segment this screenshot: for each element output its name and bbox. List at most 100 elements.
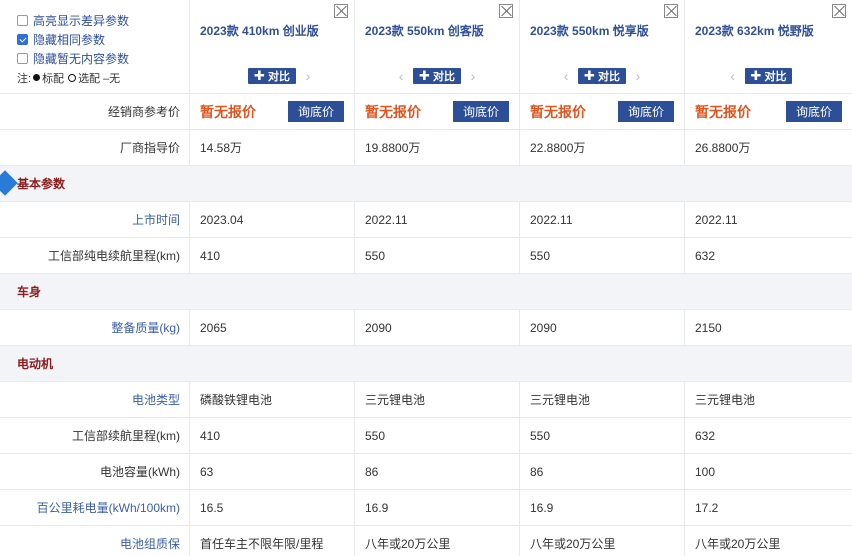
close-icon[interactable] bbox=[832, 4, 846, 18]
row-launch: 上市时间 2023.04 2022.11 2022.11 2022.11 bbox=[0, 202, 852, 238]
no-price-text: 暂无报价 bbox=[530, 103, 586, 120]
header-row: 高亮显示差异参数 隐藏相同参数 隐藏暂无内容参数 注: 标配 选配 –无 202… bbox=[0, 0, 852, 94]
row-consumption: 百公里耗电量(kWh/100km) 16.5 16.9 16.9 17.2 bbox=[0, 490, 852, 526]
options-panel: 高亮显示差异参数 隐藏相同参数 隐藏暂无内容参数 注: 标配 选配 –无 bbox=[0, 0, 190, 93]
chevron-left-icon[interactable]: ‹ bbox=[721, 68, 745, 84]
table-cell: 首任车主不限年限/里程 bbox=[190, 526, 355, 556]
table-cell: 16.9 bbox=[355, 490, 520, 525]
table-cell: 2090 bbox=[520, 310, 685, 345]
table-cell: 22.8800万 bbox=[520, 130, 685, 165]
table-cell: 八年或20万公里 bbox=[355, 526, 520, 556]
price-cell: 暂无报价 询底价 bbox=[355, 94, 520, 129]
ask-price-button[interactable]: 询底价 bbox=[617, 101, 674, 122]
table-cell: 550 bbox=[355, 238, 520, 273]
legend: 注: 标配 选配 –无 bbox=[17, 72, 121, 85]
table-cell: 16.5 bbox=[190, 490, 355, 525]
table-cell: 26.8800万 bbox=[695, 141, 751, 155]
car-column-4: 2023款 632km 悦野版 ‹ ✚对比 › bbox=[685, 0, 852, 93]
option-highlight-diff[interactable]: 高亮显示差异参数 bbox=[17, 11, 129, 30]
chevron-right-icon[interactable]: › bbox=[461, 68, 485, 84]
car-name[interactable]: 2023款 550km 悦享版 bbox=[530, 22, 649, 39]
table-cell: 三元锂电池 bbox=[695, 393, 756, 407]
option-hide-empty[interactable]: 隐藏暂无内容参数 bbox=[17, 49, 129, 68]
table-cell: 2090 bbox=[355, 310, 520, 345]
close-icon[interactable] bbox=[334, 4, 348, 18]
close-icon[interactable] bbox=[499, 4, 513, 18]
row-weight: 整备质量(kg) 2065 2090 2090 2150 bbox=[0, 310, 852, 346]
row-label: 电池容量(kWh) bbox=[0, 454, 190, 489]
no-price-text: 暂无报价 bbox=[365, 103, 421, 120]
row-battery-type: 电池类型 磷酸铁锂电池 三元锂电池 三元锂电池 三元锂电池 bbox=[0, 382, 852, 418]
table-cell: 2023.04 bbox=[190, 202, 355, 237]
chevron-right-icon[interactable]: › bbox=[626, 68, 650, 84]
table-cell: 550 bbox=[520, 418, 685, 453]
checkbox-unchecked-icon[interactable] bbox=[17, 53, 28, 64]
filled-dot-icon bbox=[33, 74, 41, 81]
row-label-link[interactable]: 整备质量(kg) bbox=[0, 310, 190, 345]
table-cell: 550 bbox=[355, 418, 520, 453]
row-label-link[interactable]: 百公里耗电量(kWh/100km) bbox=[0, 490, 190, 525]
table-cell: 14.58万 bbox=[190, 130, 355, 165]
close-icon[interactable] bbox=[664, 4, 678, 18]
price-cell: 暂无报价 询底价 bbox=[520, 94, 685, 129]
plus-icon: ✚ bbox=[419, 68, 430, 83]
row-label: 工信部续航里程(km) bbox=[0, 418, 190, 453]
table-cell: 2022.11 bbox=[695, 212, 738, 227]
table-cell: 86 bbox=[355, 454, 520, 489]
table-cell: 63 bbox=[190, 454, 355, 489]
checkbox-checked-icon[interactable] bbox=[17, 34, 28, 45]
table-cell: 2022.11 bbox=[355, 202, 520, 237]
table-cell: 16.9 bbox=[520, 490, 685, 525]
chevron-left-icon[interactable]: ‹ bbox=[389, 68, 413, 84]
plus-icon: ✚ bbox=[584, 68, 595, 83]
section-basic: 基本参数 bbox=[0, 166, 852, 202]
table-cell: 19.8800万 bbox=[355, 130, 520, 165]
plus-icon: ✚ bbox=[254, 68, 265, 83]
car-name[interactable]: 2023款 550km 创客版 bbox=[365, 22, 484, 39]
row-label: 经销商参考价 bbox=[0, 94, 190, 129]
chevron-left-icon[interactable]: ‹ bbox=[554, 68, 578, 84]
section-motor: 电动机 bbox=[0, 346, 852, 382]
table-cell: 86 bbox=[520, 454, 685, 489]
table-cell: 2022.11 bbox=[520, 202, 685, 237]
compare-button[interactable]: ✚ 对比 bbox=[413, 68, 461, 84]
car-name[interactable]: 2023款 410km 创业版 bbox=[200, 22, 319, 39]
row-label: 工信部纯电续航里程(km) bbox=[0, 238, 190, 273]
compare-button[interactable]: ✚ 对比 bbox=[248, 68, 296, 84]
table-cell: 550 bbox=[520, 238, 685, 273]
compare-button[interactable]: ✚ 对比 bbox=[578, 68, 626, 84]
table-cell: 三元锂电池 bbox=[355, 382, 520, 417]
price-cell: 暂无报价 询底价 bbox=[190, 94, 355, 129]
row-label-link[interactable]: 上市时间 bbox=[0, 202, 190, 237]
checkbox-unchecked-icon[interactable] bbox=[17, 15, 28, 26]
no-price-text: 暂无报价 bbox=[200, 103, 256, 120]
ask-price-button[interactable]: 询底价 bbox=[785, 101, 842, 122]
row-range: 工信部纯电续航里程(km) 410 550 550 632 bbox=[0, 238, 852, 274]
compare-table: 高亮显示差异参数 隐藏相同参数 隐藏暂无内容参数 注: 标配 选配 –无 202… bbox=[0, 0, 852, 556]
row-label: 厂商指导价 bbox=[0, 130, 190, 165]
ask-price-button[interactable]: 询底价 bbox=[452, 101, 509, 122]
table-cell: 2065 bbox=[190, 310, 355, 345]
row-label-link[interactable]: 电池组质保 bbox=[0, 526, 190, 556]
table-cell: 磷酸铁锂电池 bbox=[190, 382, 355, 417]
table-cell: 632 bbox=[695, 248, 716, 263]
table-cell: 17.2 bbox=[695, 500, 719, 515]
compare-button[interactable]: ✚ 对比 bbox=[744, 68, 793, 84]
option-hide-same[interactable]: 隐藏相同参数 bbox=[17, 30, 105, 49]
car-column-1: 2023款 410km 创业版 ‹ ✚对比 › bbox=[190, 0, 355, 93]
table-cell: 2150 bbox=[695, 320, 722, 335]
ask-price-button[interactable]: 询底价 bbox=[287, 101, 344, 122]
table-cell: 八年或20万公里 bbox=[695, 537, 781, 551]
row-warranty: 电池组质保 首任车主不限年限/里程 八年或20万公里 八年或20万公里 八年或2… bbox=[0, 526, 852, 556]
chevron-right-icon[interactable]: › bbox=[296, 68, 320, 84]
table-cell: 410 bbox=[190, 238, 355, 273]
table-cell: 三元锂电池 bbox=[520, 382, 685, 417]
car-name[interactable]: 2023款 632km 悦野版 bbox=[695, 22, 814, 39]
hollow-dot-icon bbox=[68, 73, 77, 82]
row-label-link[interactable]: 电池类型 bbox=[0, 382, 190, 417]
table-cell: 100 bbox=[695, 464, 716, 479]
price-cell: 暂无报价 询底价 bbox=[685, 94, 852, 129]
car-column-2: 2023款 550km 创客版 ‹ ✚ 对比 › bbox=[355, 0, 520, 93]
section-marker-icon bbox=[0, 170, 18, 196]
plus-icon: ✚ bbox=[750, 68, 762, 83]
